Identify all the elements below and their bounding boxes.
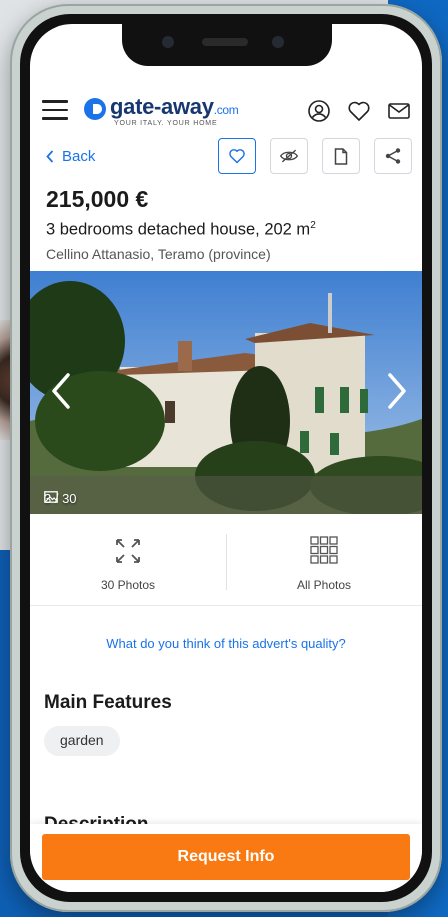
chevron-left-icon [52,373,70,409]
mail-icon[interactable] [386,98,412,124]
expand-icon [116,539,140,563]
listing-title: 3 bedrooms detached house, 202 m2 [46,220,316,240]
logo-tld: .com [213,103,239,117]
logo-name: gate-away [110,94,214,119]
back-label: Back [62,148,96,165]
listing-title-text: 3 bedrooms detached house, 202 m [46,220,311,239]
user-icon[interactable] [306,98,332,124]
logo-mark-icon [84,98,106,120]
front-camera [272,36,284,48]
document-icon [334,147,348,165]
main-features-heading: Main Features [44,692,172,713]
gallery-counter: 3 / 30 [44,491,77,506]
listing-actions: Back [30,138,422,178]
phone-frame: gate-away.com YOUR ITALY. YOUR HOME Back… [10,4,442,912]
image-icon [44,491,58,503]
chevron-right-icon [388,373,406,409]
request-info-button[interactable]: Request Info [42,834,410,880]
chevron-left-icon [46,150,54,163]
site-header: gate-away.com YOUR ITALY. YOUR HOME [30,90,422,134]
listing-title-sup: 2 [310,220,316,231]
back-link[interactable]: Back [46,148,95,165]
feature-chip-garden: garden [44,726,120,756]
property-photo [30,271,422,514]
listing-price: 215,000 € [46,186,149,212]
photos-options: 30 Photos All Photos [30,514,422,606]
phone-screen: gate-away.com YOUR ITALY. YOUR HOME Back… [30,24,422,892]
phone-bezel: gate-away.com YOUR ITALY. YOUR HOME Back… [20,14,432,902]
all-photos-button[interactable]: All Photos [226,514,422,605]
bottom-cta-bar: Request Info [30,824,422,892]
camera-dot [162,36,174,48]
menu-icon[interactable] [42,100,68,122]
gallery-next-button[interactable] [382,371,410,411]
logo-tagline: YOUR ITALY. YOUR HOME [114,120,218,127]
phone-notch [122,24,332,66]
all-photos-label: All Photos [296,578,352,592]
hide-button[interactable] [270,138,308,174]
header-icons [306,98,412,124]
heart-icon[interactable] [346,98,372,124]
gallery-prev-button[interactable] [48,371,76,411]
photo-gallery[interactable]: 3 / 30 [30,271,422,514]
advert-quality-link[interactable]: What do you think of this advert's quali… [30,636,422,651]
action-buttons [218,138,412,174]
favorite-button[interactable] [218,138,256,174]
speaker-grille [202,38,248,46]
favorite-icon [229,149,245,164]
share-button[interactable] [374,138,412,174]
share-icon [385,148,401,164]
photos-count-label: 30 Photos [100,578,156,592]
listing-location: Cellino Attanasio, Teramo (province) [46,246,271,262]
hide-icon [279,149,299,163]
fullscreen-photos-button[interactable]: 30 Photos [30,514,226,605]
grid-icon [310,536,338,564]
document-button[interactable] [322,138,360,174]
